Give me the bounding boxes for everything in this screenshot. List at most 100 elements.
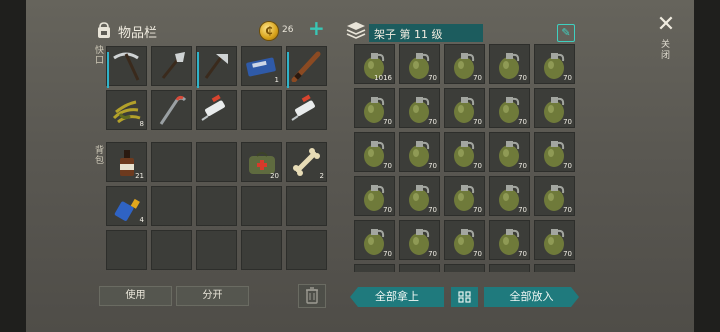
shelf-storage[interactable]: 1016 70 70 70 70 70 70 70 70 70 70 70 70 70 70 70 70 70 70… <box>354 44 576 272</box>
item-quantity: 70 <box>563 74 572 82</box>
trash-icon <box>306 287 318 304</box>
put-all-button[interactable]: 全部放入 <box>484 287 579 307</box>
shelf-slot[interactable]: 70 <box>534 132 575 172</box>
bag-slot[interactable]: 21 <box>106 142 147 182</box>
shelf-slot[interactable]: 70 <box>399 88 440 128</box>
quick-slots-grid: 18 <box>106 46 327 130</box>
shelf-slot[interactable]: 70 <box>534 264 575 272</box>
shelf-slot[interactable]: 70 <box>444 132 485 172</box>
rename-shelf-button[interactable]: ✎ <box>557 24 575 42</box>
item-quantity: 4 <box>139 216 144 224</box>
item-quantity: 70 <box>383 162 392 170</box>
left-screen-edge <box>0 0 26 332</box>
quick-slot[interactable] <box>196 46 237 88</box>
backpack-icon <box>98 22 110 38</box>
inventory-title: 物品栏 <box>118 26 158 41</box>
coin-icon: ₵ <box>260 22 278 40</box>
quick-slot[interactable] <box>151 90 192 130</box>
bag-slot[interactable] <box>151 230 192 270</box>
shelf-slot[interactable]: 70 <box>444 176 485 216</box>
shelf-slot[interactable]: 70 <box>534 220 575 260</box>
item-quantity: 1016 <box>374 74 392 82</box>
bag-slot[interactable] <box>286 186 327 226</box>
quick-slot[interactable]: 1 <box>241 46 282 86</box>
quick-slot[interactable] <box>286 90 327 130</box>
bag-slot[interactable] <box>151 142 192 182</box>
item-quantity: 70 <box>518 206 527 214</box>
bag-slot[interactable] <box>241 186 282 226</box>
shelf-title: 架子 第 11 级 <box>374 28 443 41</box>
quick-slot[interactable]: 8 <box>106 90 147 130</box>
right-screen-edge <box>694 0 720 332</box>
shelf-slot[interactable]: 70 <box>489 176 530 216</box>
bag-slot[interactable] <box>286 230 327 270</box>
close-button[interactable]: ✕ <box>654 13 678 37</box>
shovel-icon <box>161 52 185 79</box>
item-quantity: 70 <box>473 74 482 82</box>
bag-slot[interactable] <box>196 230 237 270</box>
item-quantity: 1 <box>274 76 279 84</box>
shelf-slot[interactable]: 70 <box>489 132 530 172</box>
bag-label: 背包 <box>95 146 105 166</box>
item-quantity: 70 <box>428 74 437 82</box>
bag-slot[interactable] <box>106 230 147 270</box>
coin-count: 26 <box>282 25 294 35</box>
equipped-marker <box>197 52 199 88</box>
quick-slot[interactable] <box>196 90 237 130</box>
shelf-slot[interactable]: 70 <box>354 220 395 260</box>
shelf-slot[interactable]: 70 <box>399 264 440 272</box>
shelf-slot[interactable]: 1016 <box>354 44 395 84</box>
shelf-slot[interactable]: 70 <box>534 176 575 216</box>
shelf-slot[interactable]: 70 <box>444 220 485 260</box>
bag-slot[interactable] <box>151 186 192 226</box>
bag-slot[interactable] <box>196 142 237 182</box>
shelf-slot[interactable]: 70 <box>534 44 575 84</box>
bag-slot[interactable]: 2 <box>286 142 327 182</box>
bag-slot[interactable]: 4 <box>106 186 147 226</box>
shelf-slot[interactable]: 70 <box>534 88 575 128</box>
sort-button[interactable] <box>451 287 478 307</box>
shelf-slot[interactable]: 70 <box>354 132 395 172</box>
discard-button[interactable] <box>298 284 326 308</box>
item-quantity: 70 <box>518 118 527 126</box>
shelf-slot[interactable]: 70 <box>399 44 440 84</box>
shelf-slot[interactable]: 70 <box>444 44 485 84</box>
item-quantity: 70 <box>518 74 527 82</box>
quick-slot[interactable] <box>286 46 327 88</box>
glue-icon <box>114 198 140 221</box>
shelf-slot[interactable]: 70 <box>354 88 395 128</box>
shelf-slot[interactable]: 70 <box>399 176 440 216</box>
grenade-icon <box>358 268 390 272</box>
quick-slot[interactable] <box>151 46 192 86</box>
shelf-slot[interactable]: 70 <box>444 88 485 128</box>
item-quantity: 70 <box>428 250 437 258</box>
split-button[interactable]: 分开 <box>176 286 249 306</box>
grenade-icon <box>493 268 525 272</box>
shelf-slot[interactable]: 70 <box>489 44 530 84</box>
plant-fiber-icon <box>112 100 141 124</box>
bag-slot[interactable] <box>196 186 237 226</box>
quick-slot[interactable] <box>241 90 282 130</box>
take-all-button[interactable]: 全部拿上 <box>350 287 444 307</box>
equipped-marker <box>287 52 289 88</box>
quick-slot[interactable] <box>106 46 147 88</box>
item-quantity: 70 <box>383 118 392 126</box>
bag-slot[interactable]: 20 <box>241 142 282 182</box>
bag-slot[interactable] <box>241 230 282 270</box>
shelf-slot[interactable]: 70 <box>399 220 440 260</box>
shelf-slot[interactable]: 70 <box>489 88 530 128</box>
shelf-slot[interactable]: 70 <box>354 176 395 216</box>
syringe-icon <box>201 94 225 121</box>
shelf-slot[interactable]: 70 <box>399 132 440 172</box>
shelf-slot[interactable]: 70 <box>489 264 530 272</box>
use-button[interactable]: 使用 <box>99 286 172 306</box>
item-quantity: 70 <box>473 206 482 214</box>
bag-grid: 21 20 2 4 <box>106 142 327 270</box>
add-coins-button[interactable]: + <box>308 18 325 38</box>
shelf-slot[interactable]: 70 <box>444 264 485 272</box>
item-quantity: 70 <box>428 162 437 170</box>
shelf-slot[interactable]: 70 <box>354 264 395 272</box>
item-quantity: 20 <box>270 172 279 180</box>
shelf-slot[interactable]: 70 <box>489 220 530 260</box>
grenade-icon <box>448 268 480 272</box>
